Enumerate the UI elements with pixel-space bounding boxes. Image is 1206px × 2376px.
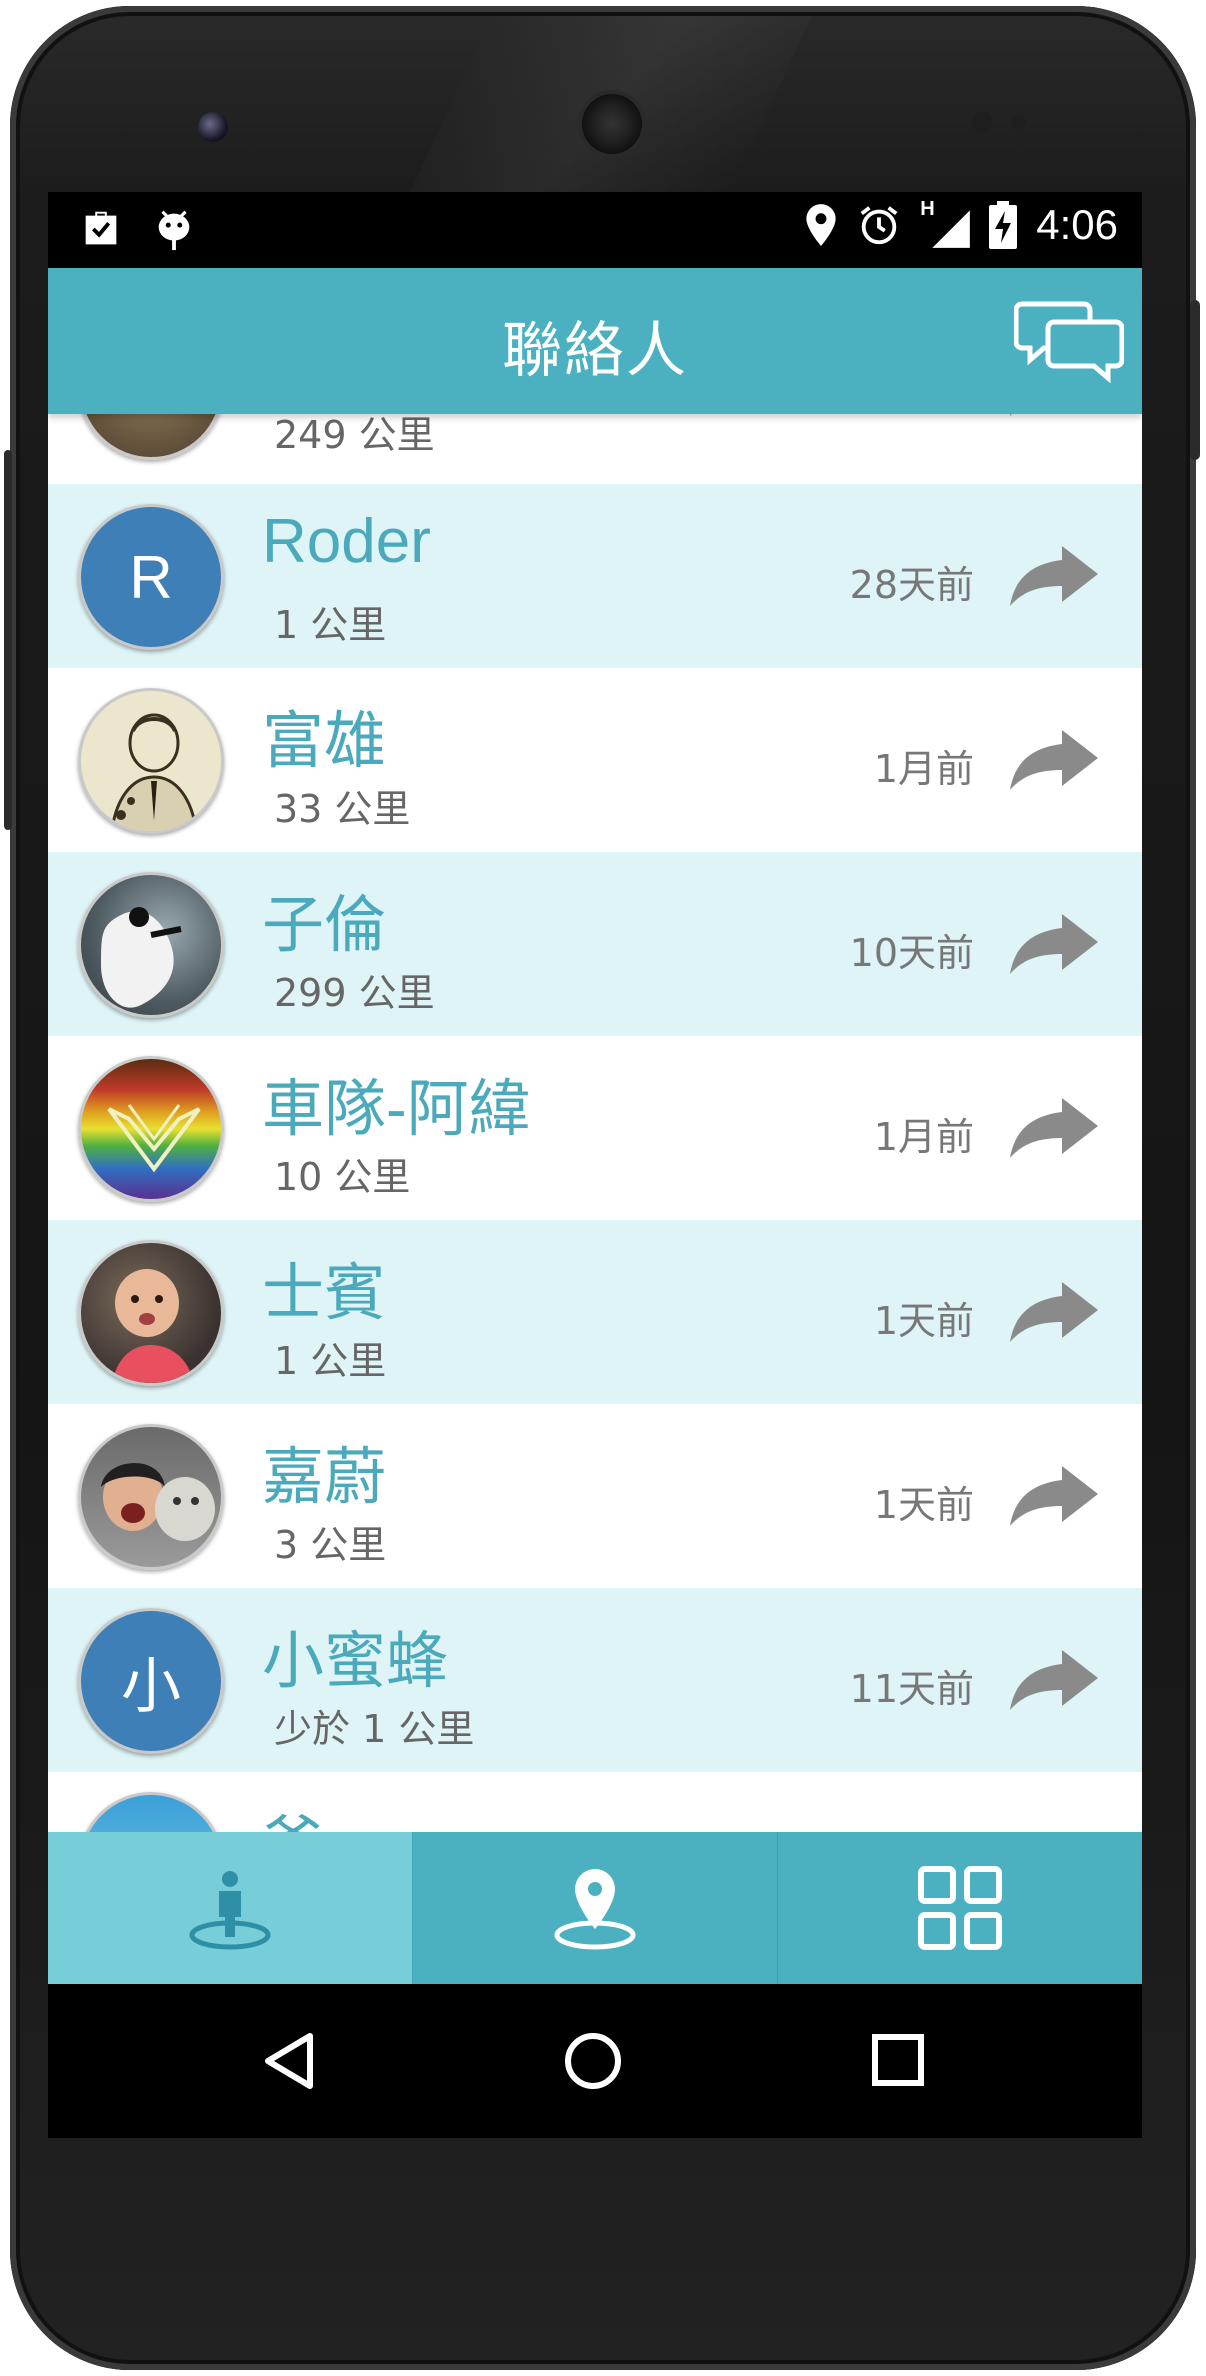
android-debug-icon [158, 210, 190, 251]
contact-name: 子倫 [262, 891, 387, 960]
list-item[interactable]: 子倫 299 公里 10天前 [48, 852, 1142, 1036]
share-arrow-icon[interactable] [1008, 726, 1100, 794]
tab-map[interactable] [412, 1832, 777, 1984]
share-arrow-icon[interactable] [1008, 1462, 1100, 1530]
screen: H 4:06 聯絡人 249 公里 R Roder 1 公里 28天前 富雄 3… [48, 192, 1142, 2138]
contact-distance: 3 公里 [274, 1523, 387, 1567]
share-arrow-icon[interactable] [1008, 542, 1100, 610]
light-sensor [1012, 115, 1026, 129]
home-icon[interactable] [562, 2030, 624, 2092]
chat-bubbles-icon[interactable] [1014, 296, 1124, 384]
briefcase-check-icon [85, 211, 117, 245]
contact-list[interactable]: 249 公里 R Roder 1 公里 28天前 富雄 33 公里 1月前 子倫… [48, 414, 1142, 1832]
app-bar: 聯絡人 [48, 268, 1142, 414]
contact-distance: 少於 1 公里 [274, 1707, 475, 1751]
front-camera [198, 112, 228, 142]
share-arrow-icon[interactable] [1008, 414, 1100, 420]
share-arrow-icon[interactable] [1008, 910, 1100, 978]
tab-apps[interactable] [777, 1832, 1142, 1984]
contact-distance: 33 公里 [274, 787, 411, 831]
avatar [78, 872, 224, 1018]
contact-distance: 249 公里 [274, 414, 435, 457]
proximity-sensor [972, 112, 992, 132]
share-arrow-icon[interactable] [1008, 1094, 1100, 1162]
last-seen: 1天前 [873, 1483, 974, 1527]
avatar: 小 [78, 1608, 224, 1754]
contact-distance: 299 公里 [274, 971, 435, 1015]
contact-name: 富雄 [262, 707, 387, 776]
list-item[interactable]: 爸 [48, 1772, 1142, 1832]
contact-name: Roder [262, 507, 431, 576]
map-pin-icon [554, 1869, 636, 1950]
person-radar-icon [189, 1871, 271, 1950]
battery-charging-icon [989, 201, 1018, 249]
avatar [78, 688, 224, 834]
status-bar: H 4:06 [48, 192, 1142, 268]
share-arrow-icon[interactable] [1008, 1646, 1100, 1714]
volume-rocker [4, 450, 12, 830]
signal-icon: H [920, 198, 971, 250]
contact-name: 士賓 [262, 1259, 387, 1328]
recents-icon[interactable] [870, 2032, 926, 2088]
avatar: R [78, 504, 224, 650]
grid-apps-icon [918, 1866, 1002, 1950]
avatar [78, 1424, 224, 1570]
bottom-nav [48, 1832, 1142, 1984]
avatar [78, 1792, 224, 1832]
list-item[interactable]: R Roder 1 公里 28天前 [48, 484, 1142, 668]
contact-distance: 1 公里 [274, 1339, 387, 1383]
avatar [78, 1240, 224, 1386]
alarm-clock-icon [860, 206, 898, 245]
last-seen: 1天前 [873, 1299, 974, 1343]
last-seen: 28天前 [849, 563, 974, 607]
contact-distance: 1 公里 [274, 603, 387, 647]
contact-name: 車隊-阿緯 [262, 1075, 531, 1144]
last-seen: 11天前 [849, 1667, 974, 1711]
list-item[interactable]: 249 公里 [48, 414, 1142, 478]
power-button [1190, 300, 1200, 460]
earpiece-speaker [582, 94, 642, 154]
last-seen: 1月前 [873, 1115, 974, 1159]
page-title: 聯絡人 [502, 316, 688, 386]
clock: 4:06 [1036, 201, 1118, 248]
list-item[interactable]: 嘉蔚 3 公里 1天前 [48, 1404, 1142, 1588]
last-seen: 1月前 [873, 747, 974, 791]
system-nav-bar [48, 1984, 1142, 2138]
share-arrow-icon[interactable] [1008, 1278, 1100, 1346]
avatar [78, 414, 224, 460]
contact-name: 小蜜蜂 [262, 1627, 449, 1696]
last-seen: 10天前 [849, 931, 974, 975]
tab-contacts[interactable] [48, 1832, 412, 1984]
contact-name: 嘉蔚 [262, 1443, 387, 1512]
back-icon[interactable] [260, 2030, 320, 2092]
list-item[interactable]: 車隊-阿緯 10 公里 1月前 [48, 1036, 1142, 1220]
contact-distance: 10 公里 [274, 1155, 411, 1199]
location-pin-icon [806, 204, 836, 246]
list-item[interactable]: 士賓 1 公里 1天前 [48, 1220, 1142, 1404]
avatar [78, 1056, 224, 1202]
list-item[interactable]: 富雄 33 公里 1月前 [48, 668, 1142, 852]
list-item[interactable]: 小 小蜜蜂 少於 1 公里 11天前 [48, 1588, 1142, 1772]
contact-name: 爸 [262, 1794, 324, 1832]
